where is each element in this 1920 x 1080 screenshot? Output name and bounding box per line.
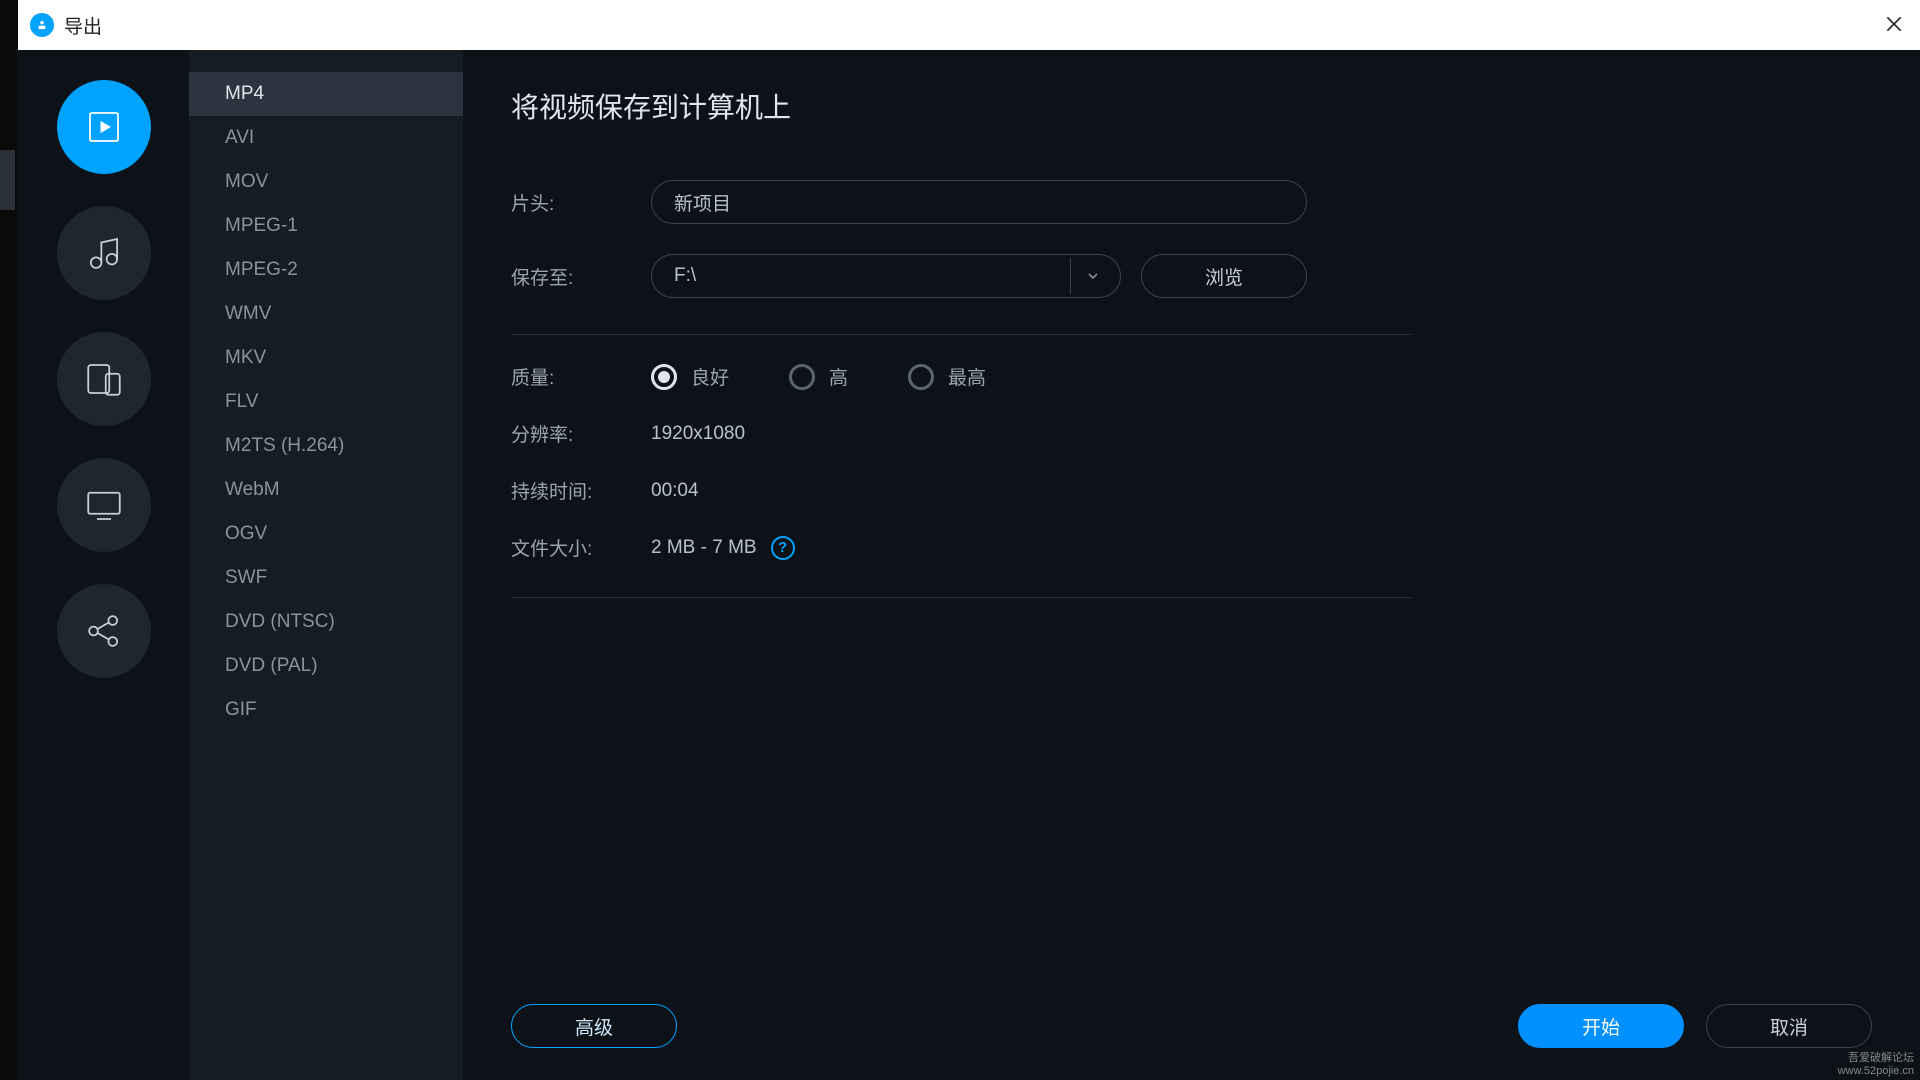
row-filesize: 文件大小: 2 MB - 7 MB ? [511, 534, 1872, 561]
format-gif[interactable]: GIF [189, 688, 463, 732]
monitor-icon [83, 484, 125, 526]
title-value: 新项目 [674, 189, 731, 216]
format-mpeg-1[interactable]: MPEG-1 [189, 204, 463, 248]
category-sidebar [18, 50, 189, 1080]
close-button[interactable] [1878, 8, 1910, 40]
format-list: MP4AVIMOVMPEG-1MPEG-2WMVMKVFLVM2TS (H.26… [189, 50, 463, 1080]
row-duration: 持续时间: 00:04 [511, 477, 1872, 504]
filesize-label: 文件大小: [511, 534, 651, 561]
format-mov[interactable]: MOV [189, 160, 463, 204]
resolution-label: 分辨率: [511, 420, 651, 447]
watermark: 吾爱破解论坛 www.52pojie.cn [1838, 1052, 1914, 1078]
window-title: 导出 [64, 12, 102, 39]
app-icon [30, 13, 54, 37]
cancel-button[interactable]: 取消 [1706, 1004, 1872, 1048]
format-avi[interactable]: AVI [189, 116, 463, 160]
format-webm[interactable]: WebM [189, 468, 463, 512]
category-share[interactable] [57, 584, 151, 678]
format-flv[interactable]: FLV [189, 380, 463, 424]
quality-label: 质量: [511, 363, 651, 390]
browse-button[interactable]: 浏览 [1141, 254, 1307, 298]
main-panel: 将视频保存到计算机上 片头: 新项目 保存至: F:\ 浏览 质量: 良好高最 [463, 50, 1920, 1080]
format-wmv[interactable]: WMV [189, 292, 463, 336]
format-mpeg-2[interactable]: MPEG-2 [189, 248, 463, 292]
quality-radiogroup: 良好 高 最高 [651, 363, 986, 390]
row-title: 片头: 新项目 [511, 180, 1872, 224]
saveto-value: F:\ [674, 265, 696, 287]
duration-label: 持续时间: [511, 477, 651, 504]
chevron-down-icon [1070, 258, 1114, 294]
quality-option-1[interactable]: 高 [789, 363, 848, 390]
format-mp4[interactable]: MP4 [189, 72, 463, 116]
titlebar: 导出 [18, 0, 1920, 50]
filesize-value: 2 MB - 7 MB [651, 537, 757, 559]
export-dialog: 导出 MP4AVIMOVMPEG-1MPEG-2WMVMKVFLVM2TS (H… [18, 0, 1920, 1080]
row-saveto: 保存至: F:\ 浏览 [511, 254, 1872, 298]
title-input[interactable]: 新项目 [651, 180, 1307, 224]
radio-dot-icon [789, 364, 815, 390]
category-device[interactable] [57, 332, 151, 426]
footer: 高级 开始 取消 [511, 1004, 1872, 1048]
help-icon[interactable]: ? [771, 536, 795, 560]
radio-dot-icon [651, 364, 677, 390]
watermark-line1: 吾爱破解论坛 [1838, 1052, 1914, 1065]
divider [511, 334, 1411, 335]
quality-option-2[interactable]: 最高 [908, 363, 986, 390]
watermark-line2: www.52pojie.cn [1838, 1065, 1914, 1078]
quality-option-label: 良好 [691, 363, 729, 390]
start-button[interactable]: 开始 [1518, 1004, 1684, 1048]
divider [511, 597, 1411, 598]
saveto-label: 保存至: [511, 263, 651, 290]
category-video[interactable] [57, 80, 151, 174]
row-resolution: 分辨率: 1920x1080 [511, 420, 1872, 447]
quality-option-0[interactable]: 良好 [651, 363, 729, 390]
play-icon [83, 106, 125, 148]
music-icon [83, 232, 125, 274]
close-icon [1884, 14, 1904, 34]
share-icon [83, 610, 125, 652]
advanced-button[interactable]: 高级 [511, 1004, 677, 1048]
format-dvd-ntsc-[interactable]: DVD (NTSC) [189, 600, 463, 644]
saveto-combo[interactable]: F:\ [651, 254, 1121, 298]
category-tv[interactable] [57, 458, 151, 552]
category-audio[interactable] [57, 206, 151, 300]
format-m2ts-h-264-[interactable]: M2TS (H.264) [189, 424, 463, 468]
quality-option-label: 最高 [948, 363, 986, 390]
title-label: 片头: [511, 189, 651, 216]
format-swf[interactable]: SWF [189, 556, 463, 600]
radio-dot-icon [908, 364, 934, 390]
devices-icon [83, 358, 125, 400]
page-title: 将视频保存到计算机上 [511, 86, 1872, 126]
dialog-body: MP4AVIMOVMPEG-1MPEG-2WMVMKVFLVM2TS (H.26… [18, 50, 1920, 1080]
format-ogv[interactable]: OGV [189, 512, 463, 556]
format-dvd-pal-[interactable]: DVD (PAL) [189, 644, 463, 688]
row-quality: 质量: 良好 高 最高 [511, 363, 1872, 390]
format-mkv[interactable]: MKV [189, 336, 463, 380]
duration-value: 00:04 [651, 480, 699, 502]
quality-option-label: 高 [829, 363, 848, 390]
resolution-value: 1920x1080 [651, 423, 745, 445]
